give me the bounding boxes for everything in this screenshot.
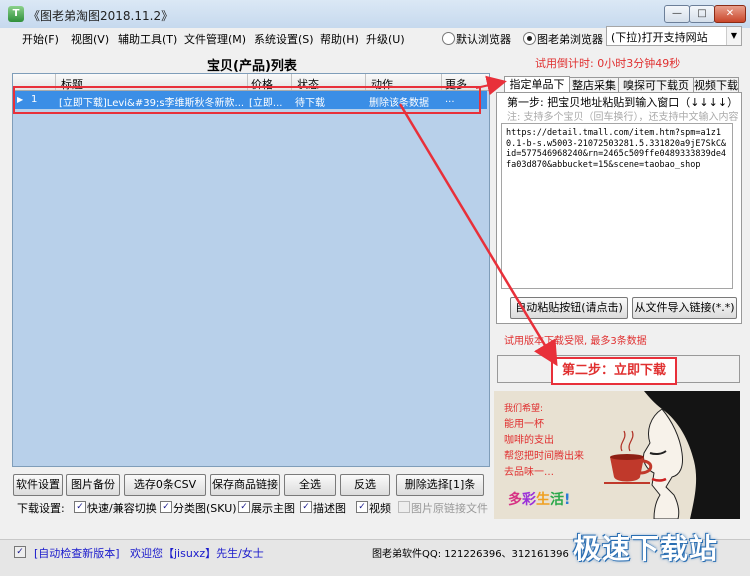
auto-check-checkbox[interactable]: ✓ — [14, 546, 26, 558]
radio-default-browser-label: 默认浏览器 — [456, 33, 511, 46]
import-from-file-button[interactable]: 从文件导入链接(*.*) — [632, 297, 737, 319]
input-note: 注: 支持多个宝贝（回车换行），还支持中文输入内容 — [507, 112, 739, 123]
download-now-button[interactable]: 第二步：立即下载 — [551, 357, 677, 385]
menu-settings[interactable]: 系统设置(S) — [254, 31, 314, 47]
window-title: 《图老弟淘图2018.11.2》 — [28, 9, 174, 23]
checkbox-video-label: 视频 — [369, 502, 391, 515]
auto-check-update-link[interactable]: [自动检查新版本] — [34, 545, 120, 561]
ad-line-4: 帮您把时间腾出来 — [504, 451, 584, 462]
checkbox-fast-mode-label: 快速/兼容切换 — [87, 502, 157, 515]
trial-countdown: 试用倒计时: 0小时3分钟49秒 — [535, 57, 681, 70]
save-csv-button[interactable]: 选存0条CSV — [124, 474, 206, 496]
menu-help[interactable]: 帮助(H) — [320, 31, 359, 47]
annotation-highlight-row — [13, 86, 481, 114]
advertisement-banner[interactable]: 我们希望: 能用一杯 咖啡的支出 帮您把时间腾出来 去品味一… 多彩生活! — [494, 391, 740, 519]
checkbox-sku-label: 分类图(SKU) — [173, 502, 237, 515]
product-grid[interactable]: 标题 价格 状态 动作 更多 ▶ 1 [立即下载]Levi&#39;s李维斯秋冬… — [12, 73, 490, 467]
radio-app-browser[interactable] — [523, 32, 536, 45]
app-icon: T — [8, 6, 24, 22]
checkbox-main-image-label: 展示主图 — [251, 502, 295, 515]
menu-upgrade[interactable]: 升级(U) — [366, 31, 405, 47]
checkbox-desc-image[interactable]: ✓ — [300, 501, 312, 513]
url-input[interactable]: https://detail.tmall.com/item.htm?spm=a1… — [501, 123, 733, 289]
invert-select-button[interactable]: 反选 — [340, 474, 390, 496]
ad-line-5: 去品味一… — [504, 467, 554, 478]
menu-files[interactable]: 文件管理(M) — [184, 31, 246, 47]
title-bar: T 《图老弟淘图2018.11.2》 — □ ✕ — [0, 0, 750, 29]
menu-start[interactable]: 开始(F) — [22, 31, 59, 47]
chevron-down-icon: ▼ — [726, 27, 741, 45]
software-settings-button[interactable]: 软件设置 — [13, 474, 63, 496]
ad-slogan: 多彩生活! — [508, 492, 571, 508]
checkbox-video[interactable]: ✓ — [356, 501, 368, 513]
checkbox-fast-mode[interactable]: ✓ — [74, 501, 86, 513]
qq-contact: 图老弟软件QQ: 121226396、312161396 — [372, 549, 569, 560]
delete-selected-button[interactable]: 删除选择[1]条 — [396, 474, 484, 496]
welcome-text: 欢迎您【jisuxz】先生/女士 — [130, 547, 264, 560]
checkbox-image-links[interactable] — [398, 501, 410, 513]
checkbox-sku[interactable]: ✓ — [160, 501, 172, 513]
image-backup-button[interactable]: 图片备份 — [66, 474, 120, 496]
checkbox-image-links-label: 图片原链接文件 — [411, 502, 488, 515]
ad-line-3: 咖啡的支出 — [504, 435, 554, 446]
auto-paste-button[interactable]: 自动粘贴按钮(请点击) — [510, 297, 628, 319]
close-button[interactable]: ✕ — [714, 5, 746, 23]
checkbox-main-image[interactable]: ✓ — [238, 501, 250, 513]
support-site-dropdown[interactable]: (下拉)打开支持网站 ▼ — [606, 26, 742, 46]
site-watermark: 极速下载站 — [573, 532, 719, 565]
trial-limit-text: 试用版本下载受限, 最多3条数据 — [504, 336, 647, 347]
radio-default-browser[interactable] — [442, 32, 455, 45]
save-links-button[interactable]: 保存商品链接 — [210, 474, 280, 496]
maximize-button[interactable]: □ — [689, 5, 715, 23]
dropdown-value: (下拉)打开支持网站 — [611, 31, 708, 44]
menu-tools[interactable]: 辅助工具(T) — [118, 31, 177, 47]
menu-view[interactable]: 视图(V) — [71, 31, 109, 47]
checkbox-desc-image-label: 描述图 — [313, 502, 346, 515]
radio-app-browser-label: 图老弟浏览器 — [537, 33, 603, 46]
minimize-button[interactable]: — — [664, 5, 690, 23]
list-title: 宝贝(产品)列表 — [207, 59, 297, 74]
ad-line-2: 能用一杯 — [504, 419, 544, 430]
select-all-button[interactable]: 全选 — [284, 474, 336, 496]
ad-line-1: 我们希望: — [504, 404, 544, 414]
download-settings-label: 下载设置: — [17, 502, 65, 515]
